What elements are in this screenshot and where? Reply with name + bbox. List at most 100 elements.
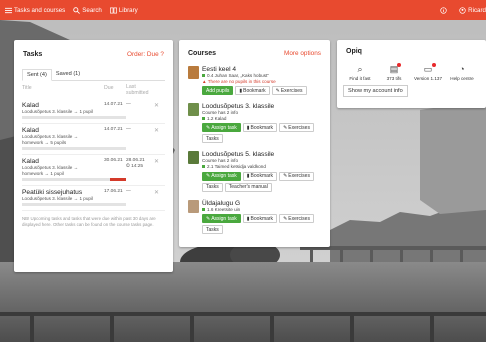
course-thumbnail[interactable] [188,199,199,213]
help-centre-shortcut[interactable]: ◔ Help centre [445,62,479,81]
task-subtitle: Loodusõpetus 3. klassile → homework → 5 … [22,134,79,145]
task-row[interactable]: Kalad Loodusõpetus 3. klassile → homewor… [22,124,165,156]
task-progress-bar [22,203,126,207]
exercises-button[interactable]: ✎ Exercises [279,123,314,133]
courses-panel: Courses More options Eesti keel 4 0.4 Ju… [179,40,330,247]
assign-task-button[interactable]: ✎ Assign task [202,214,241,224]
nav-search[interactable]: Search [73,7,102,14]
tasks-column-headers: Title Due Last submitted [22,84,165,99]
bookmark-button[interactable]: ▮ Bookmark [242,171,278,181]
task-title[interactable]: Kalad [22,127,165,134]
pencil-icon: ✎ [283,215,288,222]
library-icon [109,7,117,13]
pencil-icon: ✎ [275,87,280,94]
course-thumbnail[interactable] [188,151,199,165]
course-title[interactable]: Loodusõpetus 5. klassile [202,151,321,158]
course-meta: 1.2 Kalad [202,116,321,122]
course-thumbnail[interactable] [188,66,199,79]
col-title: Title [22,85,32,91]
close-icon[interactable]: ✕ [154,189,159,196]
assign-task-button[interactable]: ✎ Assign task [202,171,241,181]
assign-task-button[interactable]: ✎ Assign task [202,123,241,133]
course-title[interactable]: Loodusõpetus 3. klassile [202,103,321,110]
teachers-manual-button[interactable]: Teacher's manual [224,182,272,192]
course-title[interactable]: Eesti keel 4 [202,66,321,73]
bookmark-button[interactable]: ▮ Bookmark [242,123,278,133]
task-title[interactable]: Peatüki sissejuhatus [22,189,165,196]
user-menu[interactable]: Ricard [459,7,486,14]
nav-tasks-and-courses[interactable]: Tasks and courses [5,7,65,14]
task-row[interactable]: Peatüki sissejuhatus Loodusõpetus 3. kla… [22,186,165,212]
pencil-icon: ✎ [283,124,288,131]
progress-square-icon [202,165,205,169]
bookmark-icon: ▮ [246,173,250,180]
bookmark-icon: ▮ [246,215,250,222]
task-last-submitted: — [126,127,131,133]
tab-sent[interactable]: Sent (4) [22,69,52,81]
close-icon[interactable]: ✕ [154,158,159,165]
course-thumbnail[interactable] [188,103,199,117]
pencil-icon: ✎ [206,215,211,222]
col-last-submitted: Last submitted [126,84,149,96]
close-icon[interactable]: ✕ [154,127,159,134]
course-item: Eesti keel 4 0.4 Juhan Saar, „Kaks hobus… [188,62,321,99]
help-chat-icon: ◔ [459,64,465,74]
task-row[interactable]: Kalad Loodusõpetus 3. klassile → 1 pupil… [22,99,165,125]
progress-square-icon [202,207,205,211]
exercises-button[interactable]: ✎ Exercises [271,86,307,96]
progress-square-icon [202,74,205,78]
tips-shortcut[interactable]: ▤ 373 tifs [377,62,411,81]
task-progress-bar [22,116,126,120]
course-meta: 2.1 Taimed ketsidja valdkond [202,164,321,170]
task-subtitle: Loodusõpetus 3. klassile → homework → 1 … [22,165,79,176]
task-progress-bar [22,178,126,182]
opiq-panel: Opiq ⌕ Find it fast ▤ 373 tifs ▭ Version… [337,40,486,108]
nav-search-label: Search [82,6,102,14]
tasks-button[interactable]: Tasks [202,225,223,235]
task-last-submitted: 28.06.21 ⏲ 14:25 [126,158,145,169]
exercises-button[interactable]: ✎ Exercises [279,214,314,224]
top-navigation-bar: Tasks and courses Search Library Ricard [0,0,486,20]
version-icon: ▭ [423,64,433,74]
tasks-button[interactable]: Tasks [202,134,223,144]
find-it-fast-shortcut[interactable]: ⌕ Find it fast [343,62,377,81]
courses-title: Courses [188,49,217,57]
progress-square-icon [202,117,205,121]
tasks-panel: Tasks Order: Due ? Sent (4) Saved (1) Ti… [14,40,173,272]
task-row[interactable]: Kalad Loodusõpetus 3. klassile → homewor… [22,155,165,187]
course-warning: ▲ There are no pupils in this course [202,78,276,84]
order-link[interactable]: Order: Due ? [127,51,164,58]
task-due: 30.06.21 [104,158,123,164]
task-subtitle: Loodusõpetus 3. klassile → 1 pupil [22,109,93,114]
pencil-icon: ✎ [206,124,211,131]
task-progress-bar [22,147,126,151]
tasks-title: Tasks [23,50,43,58]
opiq-shortcuts: ⌕ Find it fast ▤ 373 tifs ▭ Version 1.13… [343,62,480,81]
version-shortcut[interactable]: ▭ Version 1.137 [411,62,445,81]
nav-tasks-label: Tasks and courses [14,6,66,14]
task-title[interactable]: Kalad [22,102,165,109]
course-item: Üldajalugu G 1.6 Kreetsite uin ✎ Assign t… [188,196,321,239]
task-due: 14.07.21 [104,102,123,107]
show-account-info-button[interactable]: Show my account info [343,85,408,97]
bookmark-icon: ▮ [246,124,250,131]
close-icon[interactable]: ✕ [154,102,159,109]
nav-library[interactable]: Library [109,6,138,14]
col-due: Due [104,85,114,91]
bookmark-button[interactable]: ▮ Bookmark [242,214,278,224]
tasks-note: NB! Upcoming tasks and tasks that were d… [22,216,156,227]
add-pupils-button[interactable]: Add pupils [202,86,234,96]
more-options-link[interactable]: More options [284,50,321,57]
user-name: Ricard [468,6,486,14]
course-item: Loodusõpetus 5. klassile Course has 2 in… [188,147,321,195]
list-icon [5,7,12,13]
course-title[interactable]: Üldajalugu G [202,200,321,207]
help-circle-icon[interactable] [440,6,447,14]
nav-library-label: Library [118,6,138,14]
tab-saved[interactable]: Saved (1) [52,69,84,80]
exercises-button[interactable]: ✎ Exercises [279,171,314,181]
notification-dot [432,63,436,67]
tasks-button[interactable]: Tasks [202,182,223,192]
search-icon: ⌕ [357,64,363,74]
bookmark-button[interactable]: ▮ Bookmark [235,86,270,96]
